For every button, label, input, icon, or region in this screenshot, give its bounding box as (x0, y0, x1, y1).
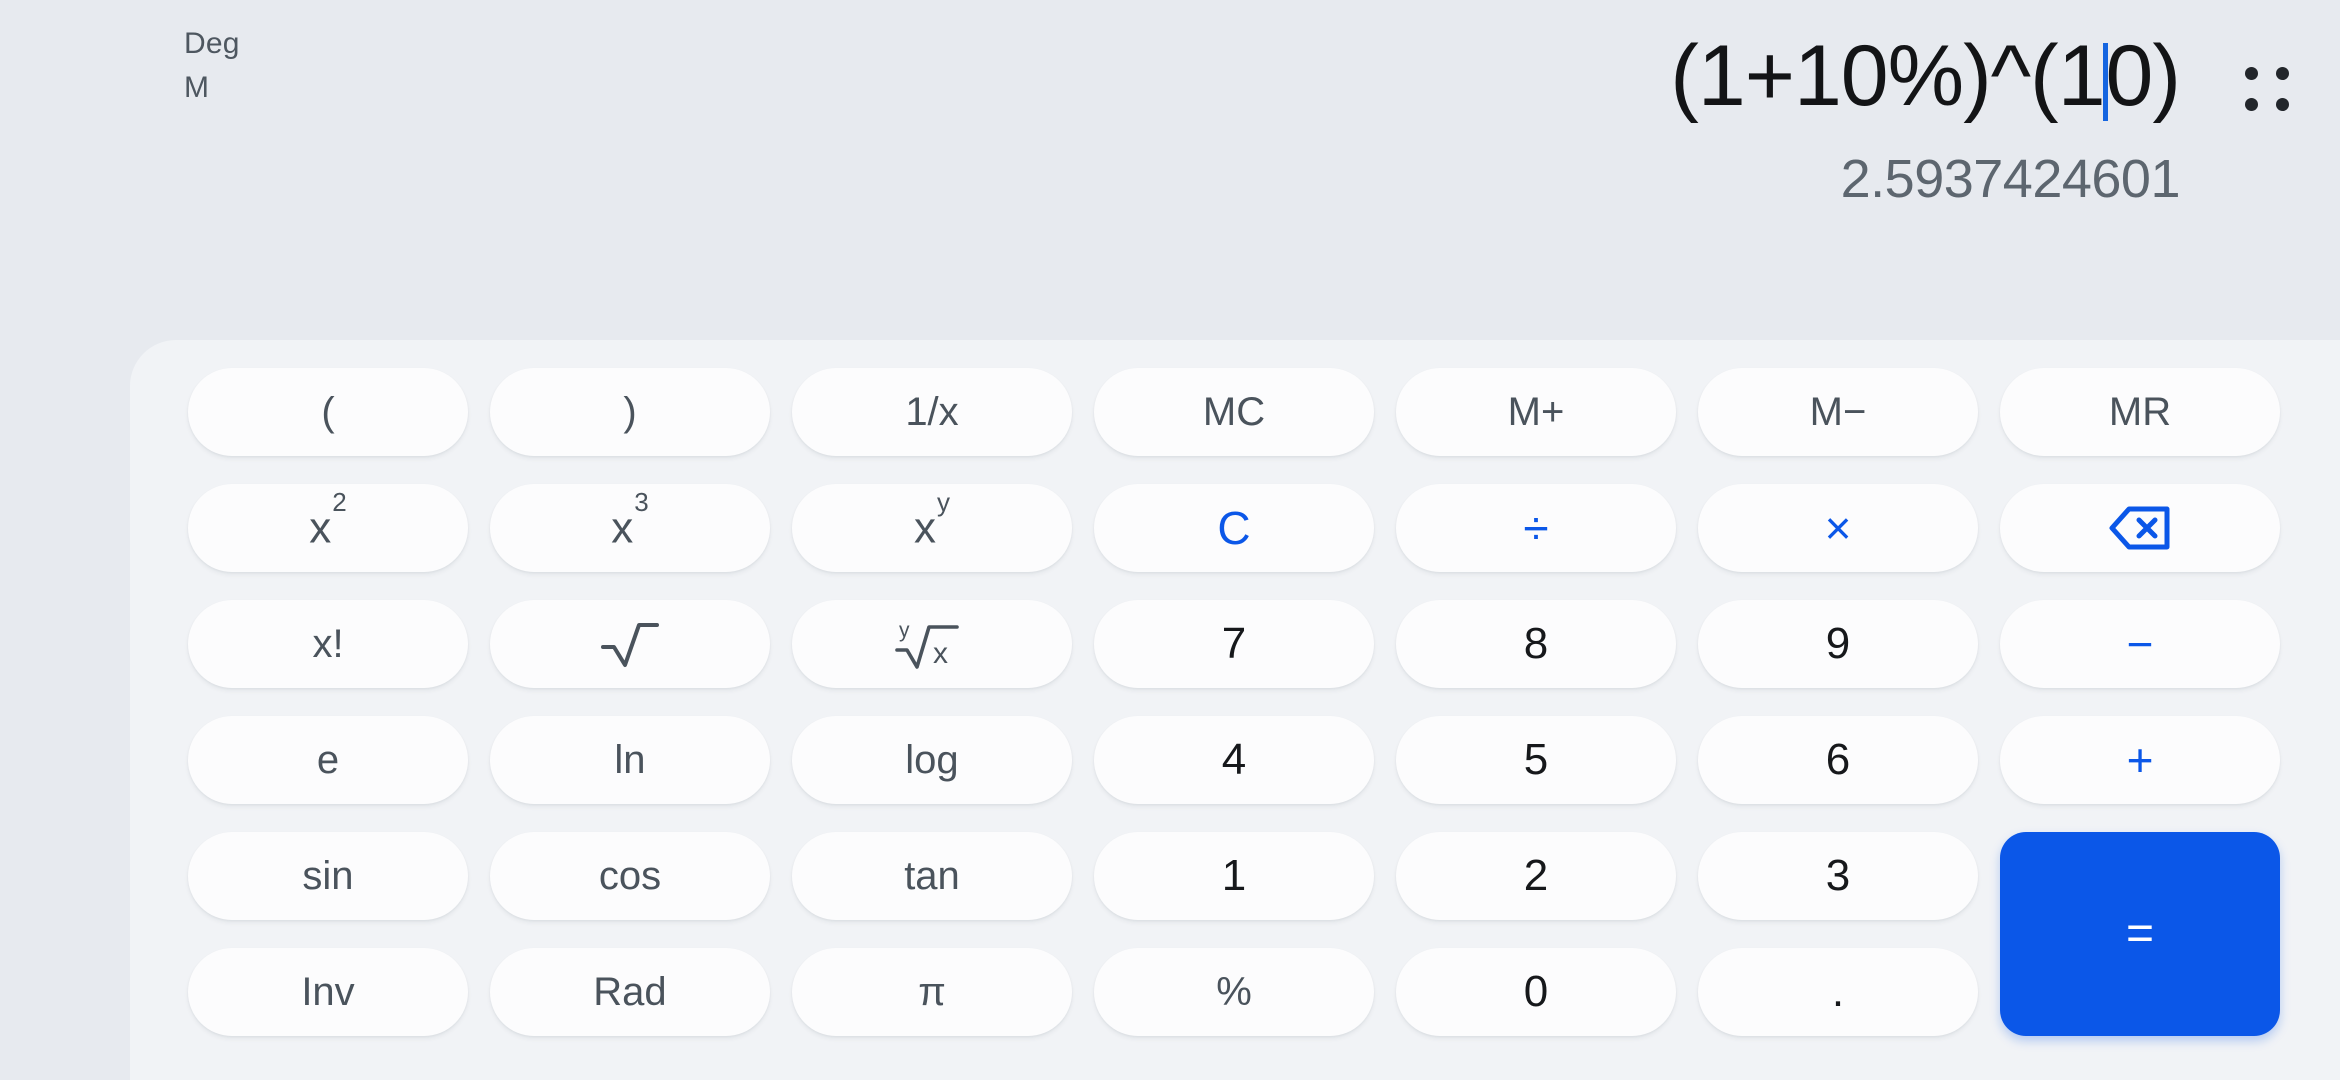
key-cube-label: x3 (611, 489, 648, 553)
key-radian[interactable]: Rad (490, 948, 770, 1036)
key-square-label: x2 (309, 489, 346, 553)
grid-dots-icon[interactable] (2236, 58, 2298, 120)
key-pi[interactable]: π (792, 948, 1072, 1036)
expression-text: (1+10%)^(10) (1670, 24, 2181, 128)
backspace-icon (2109, 506, 2171, 550)
key-backspace[interactable] (2000, 484, 2280, 572)
key-subtract[interactable]: − (2000, 600, 2280, 688)
key-factorial[interactable]: x! (188, 600, 468, 688)
key-multiply[interactable]: × (1698, 484, 1978, 572)
svg-text:y: y (899, 619, 910, 642)
key-3[interactable]: 3 (1698, 832, 1978, 920)
square-root-icon (601, 620, 659, 668)
key-6[interactable]: 6 (1698, 716, 1978, 804)
key-equals[interactable]: = (2000, 832, 2280, 1036)
base: x (309, 503, 332, 553)
key-euler[interactable]: e (188, 716, 468, 804)
key-5[interactable]: 5 (1396, 716, 1676, 804)
result-value: 2.5937424601 (1840, 149, 2181, 209)
dot (2245, 67, 2258, 80)
key-close-paren[interactable]: ) (490, 368, 770, 456)
dot (2276, 98, 2289, 111)
keypad-grid: ( ) 1/x MC M+ M− MR x2 x3 xy C ÷ × x! y … (188, 368, 2280, 1036)
key-inverse[interactable]: Inv (188, 948, 468, 1036)
key-percent[interactable]: % (1094, 948, 1374, 1036)
key-power-y-label: xy (914, 489, 950, 553)
base: x (914, 503, 936, 553)
keypad-panel: ( ) 1/x MC M+ M− MR x2 x3 xy C ÷ × x! y … (130, 340, 2340, 1080)
key-decimal[interactable]: . (1698, 948, 1978, 1036)
key-8[interactable]: 8 (1396, 600, 1676, 688)
key-7[interactable]: 7 (1094, 600, 1374, 688)
dot (2276, 67, 2289, 80)
key-1[interactable]: 1 (1094, 832, 1374, 920)
dot (2245, 98, 2258, 111)
key-2[interactable]: 2 (1396, 832, 1676, 920)
exponent: y (937, 487, 950, 518)
key-memory-subtract[interactable]: M− (1698, 368, 1978, 456)
key-square[interactable]: x2 (188, 484, 468, 572)
exponent: 2 (332, 487, 347, 518)
key-0[interactable]: 0 (1396, 948, 1676, 1036)
base: x (611, 503, 634, 553)
key-9[interactable]: 9 (1698, 600, 1978, 688)
expression-field[interactable]: (1+10%)^(10) (230, 24, 2181, 128)
key-add[interactable]: + (2000, 716, 2280, 804)
key-clear[interactable]: C (1094, 484, 1374, 572)
key-memory-add[interactable]: M+ (1396, 368, 1676, 456)
key-cos[interactable]: cos (490, 832, 770, 920)
key-power-y[interactable]: xy (792, 484, 1072, 572)
calculator-app: Deg M (1+10%)^(10) 2.5937424601 ( ) 1/x … (0, 0, 2340, 1080)
key-divide[interactable]: ÷ (1396, 484, 1676, 572)
svg-text:x: x (933, 637, 948, 670)
key-cube[interactable]: x3 (490, 484, 770, 572)
expression-before-caret: (1+10%)^(1 (1670, 28, 2105, 124)
key-memory-recall[interactable]: MR (2000, 368, 2280, 456)
key-memory-clear[interactable]: MC (1094, 368, 1374, 456)
expression-after-caret: 0) (2105, 28, 2181, 124)
exponent: 3 (634, 487, 649, 518)
key-nth-root[interactable]: y x (792, 600, 1072, 688)
key-natural-log[interactable]: ln (490, 716, 770, 804)
display-area: Deg M (1+10%)^(10) 2.5937424601 (0, 0, 2340, 340)
key-square-root[interactable] (490, 600, 770, 688)
key-sin[interactable]: sin (188, 832, 468, 920)
key-log[interactable]: log (792, 716, 1072, 804)
key-tan[interactable]: tan (792, 832, 1072, 920)
key-reciprocal[interactable]: 1/x (792, 368, 1072, 456)
nth-root-icon: y x (893, 617, 971, 671)
key-open-paren[interactable]: ( (188, 368, 468, 456)
key-4[interactable]: 4 (1094, 716, 1374, 804)
